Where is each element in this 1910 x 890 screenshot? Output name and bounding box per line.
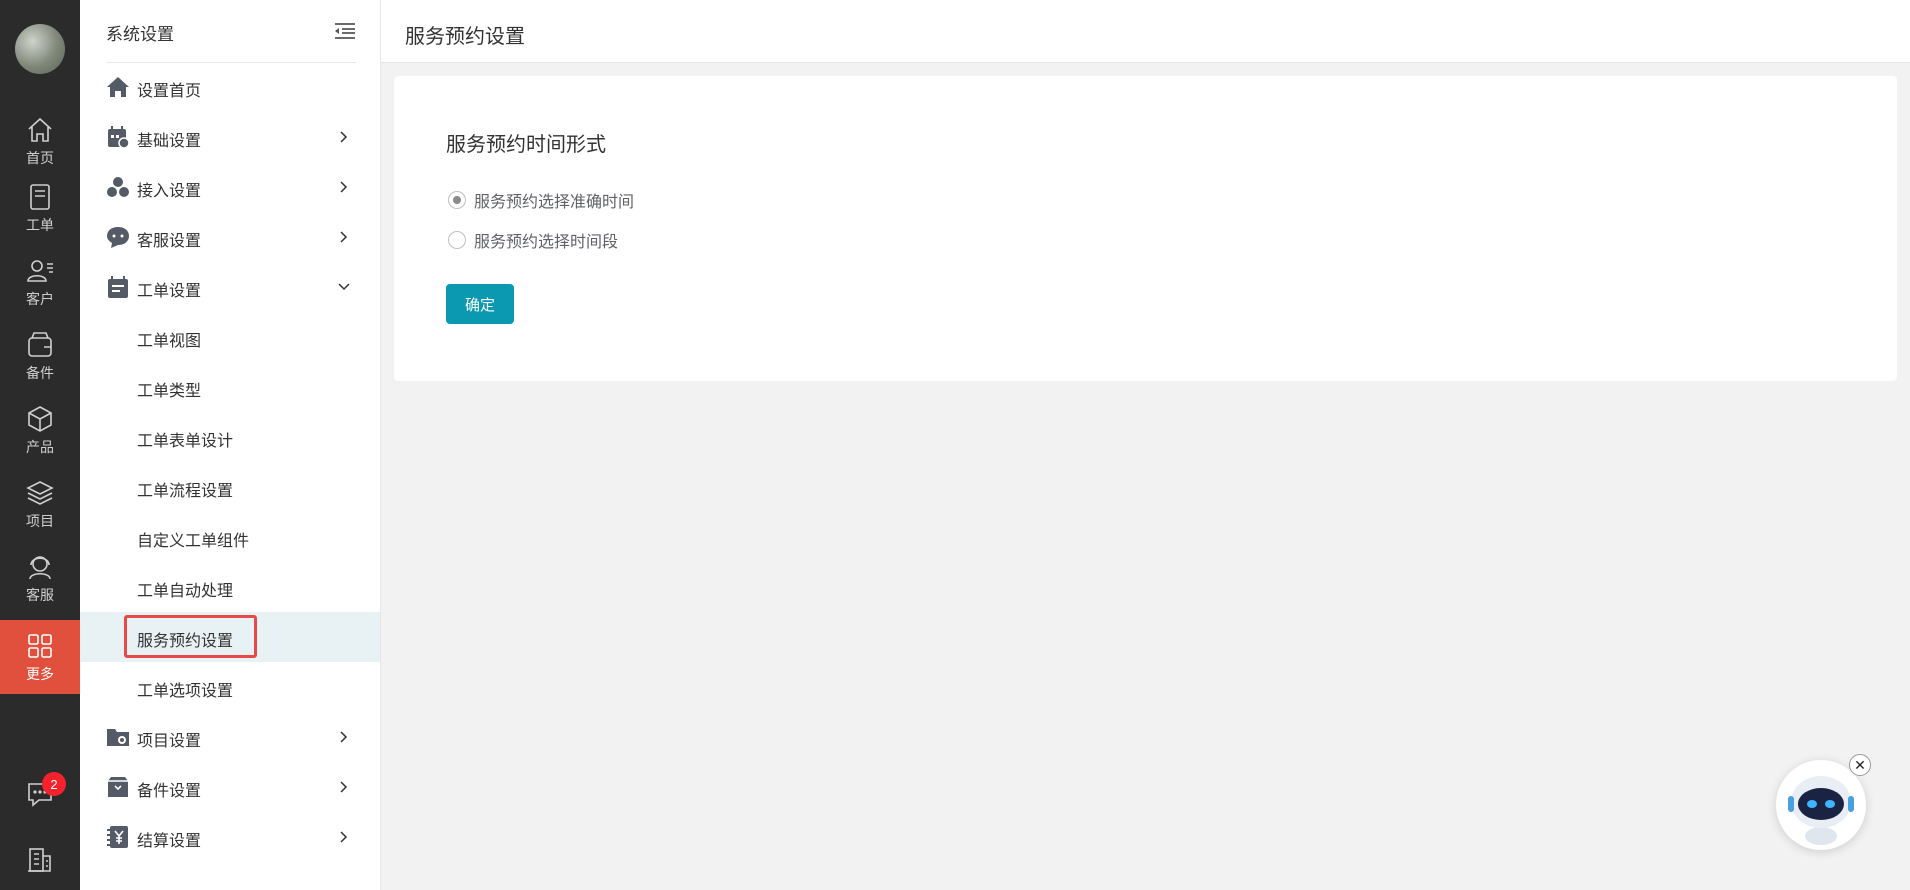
radio-label: 服务预约选择时间段 (474, 234, 619, 251)
rail-item-parts[interactable]: 备件 (0, 326, 80, 386)
radio-label: 服务预约选择准确时间 (474, 194, 635, 211)
sidebar-subitem-flow-settings[interactable]: 工单流程设置 (80, 462, 380, 512)
sidebar-subitem-ticket-type[interactable]: 工单类型 (80, 362, 380, 412)
close-icon[interactable]: ✕ (1849, 754, 1871, 776)
customer-icon (27, 259, 53, 282)
sidebar-header: 系统设置 (106, 0, 356, 63)
sidebar-item-label: 接入设置 (137, 183, 202, 200)
rail-item-ticket[interactable]: 工单 (0, 178, 80, 238)
sidebar-item-parts[interactable]: 备件设置 (80, 762, 380, 812)
rail-item-more[interactable]: 更多 (0, 620, 80, 694)
page-title: 服务预约设置 (405, 26, 525, 48)
sidebar-subitem-label: 工单表单设计 (137, 433, 234, 450)
rail-item-home[interactable]: 首页 (0, 104, 80, 178)
sidebar-subitem-label: 工单类型 (137, 383, 202, 400)
settings-panel: 服务预约时间形式 服务预约选择准确时间 服务预约选择时间段 确定 (394, 76, 1897, 381)
parts-icon (28, 331, 52, 357)
sidebar-subitem-label: 自定义工单组件 (137, 533, 250, 550)
rail-label: 更多 (26, 665, 54, 682)
radio-button[interactable] (448, 191, 466, 209)
rail-label: 首页 (26, 149, 54, 166)
clipboard-icon (108, 276, 128, 298)
sidebar-item-label: 客服设置 (137, 233, 202, 250)
chevron-right-icon (340, 231, 348, 243)
sidebar-item-label: 工单设置 (137, 283, 202, 300)
project-icon (26, 480, 54, 505)
sidebar-item-label: 备件设置 (137, 783, 202, 800)
sidebar-subitem-ticket-view[interactable]: 工单视图 (80, 312, 380, 362)
chevron-down-icon (338, 283, 350, 291)
chevron-right-icon (340, 731, 348, 743)
collapse-menu-icon[interactable] (334, 22, 356, 40)
sidebar-subitem-label: 工单视图 (137, 333, 202, 350)
section-title: 服务预约时间形式 (446, 134, 606, 156)
rail-label: 备件 (26, 364, 54, 381)
company-icon[interactable] (25, 845, 55, 875)
sidebar-item-ticket[interactable]: 工单设置 (80, 262, 380, 312)
sidebar-item-label: 设置首页 (137, 83, 202, 100)
sidebar-subitem-form-design[interactable]: 工单表单设计 (80, 412, 380, 462)
radio-exact-time[interactable]: 服务预约选择准确时间 (448, 188, 634, 212)
sidebar-title: 系统设置 (106, 25, 174, 44)
product-icon (28, 405, 52, 432)
chevron-right-icon (340, 131, 348, 143)
sidebar-subitem-label: 工单自动处理 (137, 583, 234, 600)
rail-label: 产品 (26, 438, 54, 455)
ticket-icon (30, 183, 50, 210)
sidebar-item-project[interactable]: 项目设置 (80, 712, 380, 762)
sidebar-subitem-label: 工单流程设置 (137, 483, 234, 500)
home-icon (107, 77, 129, 97)
sidebar-subitem-appointment[interactable]: 服务预约设置 (80, 612, 380, 662)
confirm-button[interactable]: 确定 (446, 284, 514, 324)
chevron-right-icon (340, 781, 348, 793)
rail-item-service[interactable]: 客服 (0, 548, 80, 608)
sidebar-item-service[interactable]: 客服设置 (80, 212, 380, 262)
chevron-right-icon (340, 181, 348, 193)
rail-label: 客服 (26, 586, 54, 603)
home-icon (28, 117, 52, 142)
chevron-right-icon (340, 831, 348, 843)
sidebar-subitem-label: 工单选项设置 (137, 683, 234, 700)
sidebar-item-basic[interactable]: 基础设置 (80, 112, 380, 162)
sidebar-item-settlement[interactable]: 结算设置 (80, 812, 380, 862)
message-badge: 2 (42, 772, 66, 796)
settings-sidebar: 系统设置 设置首页 基础设置 接入设置 客服设置 工单设置 工单视图 工单类型 … (80, 0, 381, 890)
avatar[interactable] (15, 24, 65, 74)
rail-label: 客户 (26, 290, 54, 307)
service-icon (29, 555, 51, 579)
sidebar-item-settings-home[interactable]: 设置首页 (80, 62, 380, 112)
sidebar-subitem-custom-component[interactable]: 自定义工单组件 (80, 512, 380, 562)
rail-label: 项目 (26, 512, 54, 529)
sidebar-subitem-auto-process[interactable]: 工单自动处理 (80, 562, 380, 612)
rail-item-project[interactable]: 项目 (0, 474, 80, 534)
calendar-gear-icon (108, 126, 130, 149)
sidebar-item-access[interactable]: 接入设置 (80, 162, 380, 212)
rail-item-customer[interactable]: 客户 (0, 252, 80, 312)
grid-icon (28, 633, 52, 658)
sidebar-item-label: 基础设置 (137, 133, 202, 150)
radio-button[interactable] (448, 231, 466, 249)
box-icon (108, 777, 128, 797)
rail-item-product[interactable]: 产品 (0, 400, 80, 460)
app-rail: 首页 工单 客户 备件 产品 项目 客服 更多 2 (0, 0, 80, 890)
radio-time-slot[interactable]: 服务预约选择时间段 (448, 228, 618, 252)
sidebar-item-label: 结算设置 (137, 833, 202, 850)
yen-notebook-icon (107, 826, 128, 848)
chat-bubble-icon (107, 227, 129, 248)
folder-gear-icon (107, 729, 129, 746)
sidebar-subitem-label: 服务预约设置 (137, 633, 234, 650)
sidebar-item-label: 项目设置 (137, 733, 202, 750)
access-icon (107, 177, 129, 197)
page-header: 服务预约设置 (381, 0, 1910, 63)
rail-label: 工单 (26, 216, 54, 233)
sidebar-subitem-options[interactable]: 工单选项设置 (80, 662, 380, 712)
